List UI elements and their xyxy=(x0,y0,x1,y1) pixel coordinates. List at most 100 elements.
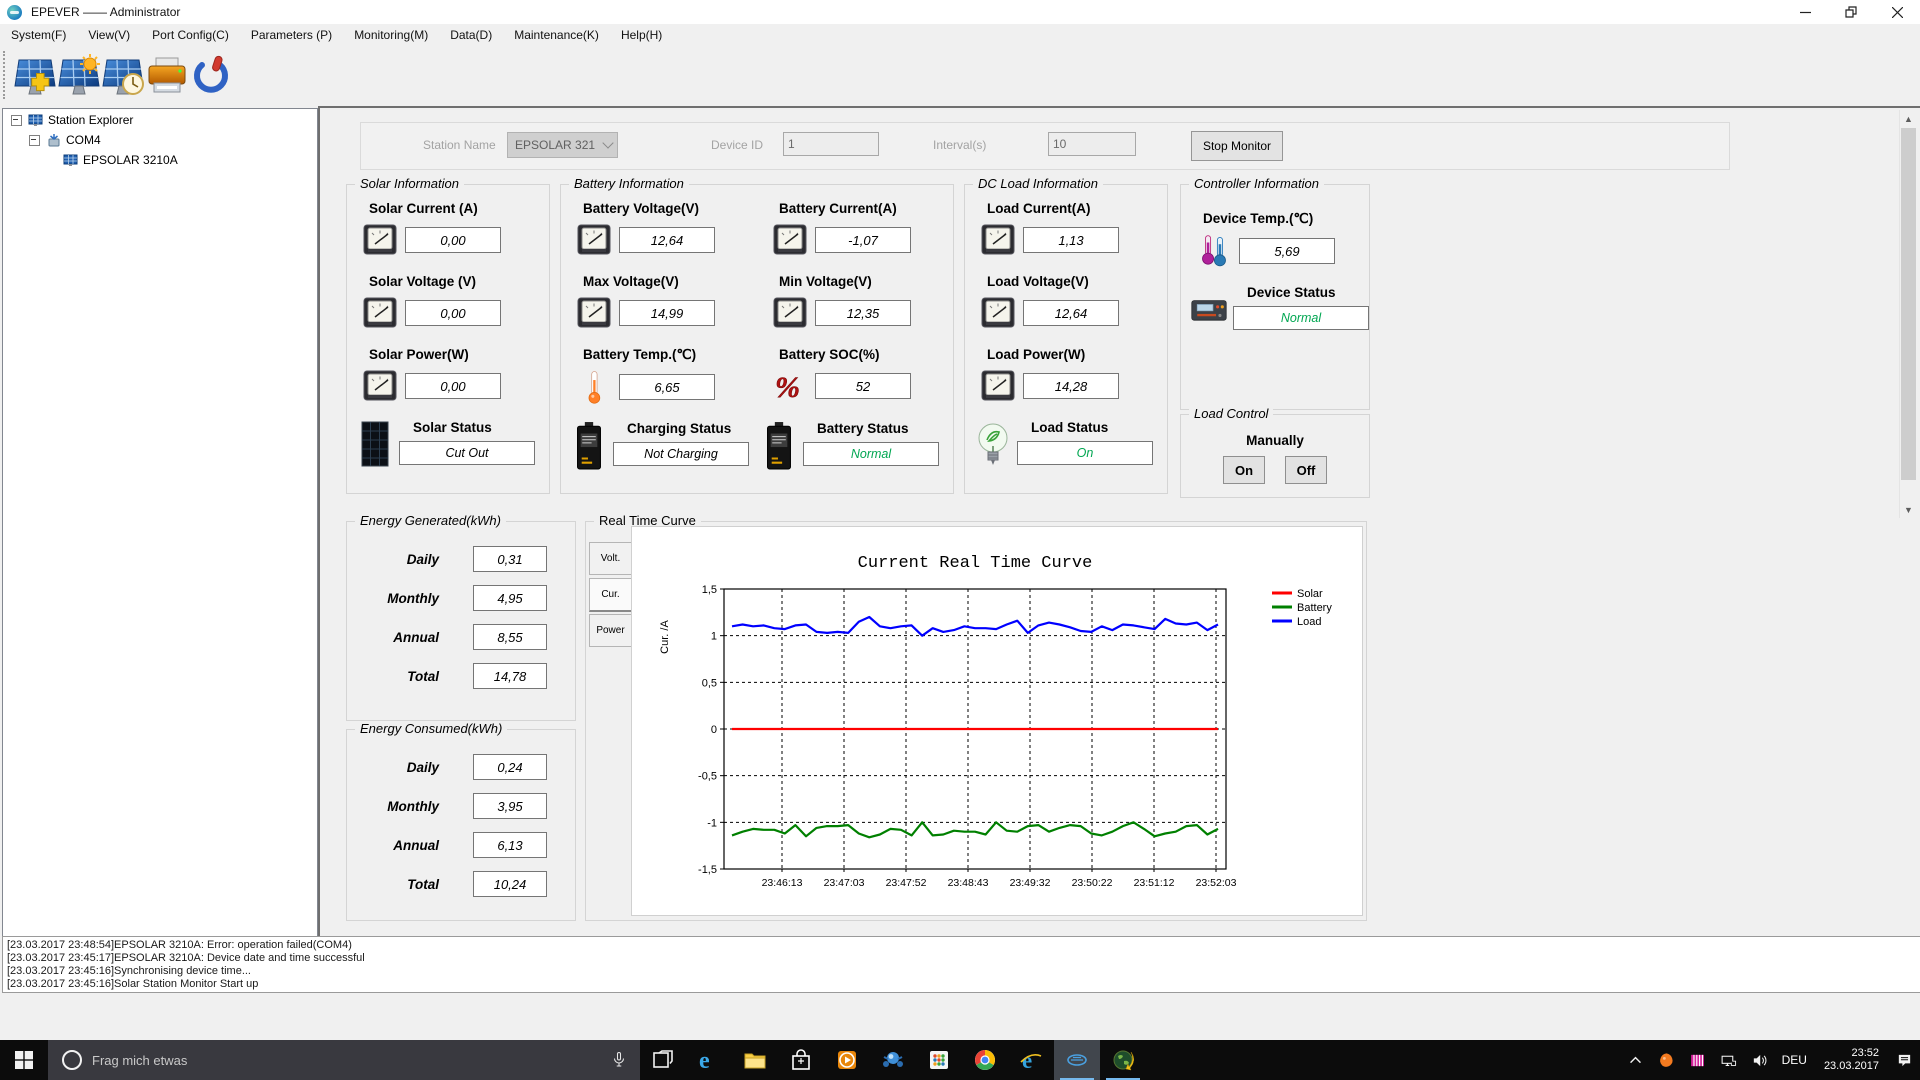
energy-value: 3,95 xyxy=(473,793,547,819)
taskbar-edge-button[interactable] xyxy=(686,1040,732,1080)
status-charging-status: Charging Status Not Charging xyxy=(571,421,749,471)
metric-battery-current-a: Battery Current(A) -1,07 xyxy=(773,201,953,257)
station-name-select[interactable]: EPSOLAR 321 xyxy=(507,132,618,158)
toolbar xyxy=(0,46,1920,106)
station-config-button[interactable] xyxy=(56,53,102,99)
network-tray-icon[interactable] xyxy=(1713,1040,1744,1080)
status-label: Solar Status xyxy=(413,420,492,435)
energy-row-annual: Annual 8,55 xyxy=(347,624,575,650)
metric-value: 0,00 xyxy=(405,227,501,253)
dvd-player-icon xyxy=(881,1048,905,1072)
interval-field[interactable]: 10 xyxy=(1048,132,1136,156)
metric-value: 12,64 xyxy=(619,227,715,253)
menu-item-parameters-p[interactable]: Parameters (P) xyxy=(240,24,343,46)
vertical-scrollbar[interactable]: ▲ ▼ xyxy=(1899,110,1917,518)
load-off-button[interactable]: Off xyxy=(1285,456,1327,484)
svg-text:Battery: Battery xyxy=(1297,602,1332,614)
taskbar-epever-monitor-button[interactable] xyxy=(1054,1040,1100,1080)
metric-device-temp: Device Temp.(℃) 5,69 xyxy=(1197,211,1369,268)
volume-tray-icon[interactable] xyxy=(1744,1040,1775,1080)
cortana-icon xyxy=(62,1050,82,1070)
search-placeholder: Frag mich etwas xyxy=(92,1052,188,1068)
restore-button[interactable] xyxy=(1828,0,1874,24)
tree-item-com4[interactable]: COM4 xyxy=(3,131,317,149)
collapse-icon[interactable] xyxy=(29,134,40,146)
group-title: Energy Consumed(kWh) xyxy=(355,721,508,736)
taskbar-chrome-button[interactable] xyxy=(962,1040,1008,1080)
taskbar-file-explorer-button[interactable] xyxy=(732,1040,778,1080)
taskbar-dvd-player-button[interactable] xyxy=(870,1040,916,1080)
svg-text:-1,5: -1,5 xyxy=(698,864,717,876)
menu-item-system-f[interactable]: System(F) xyxy=(0,24,77,46)
tree-item-station-explorer[interactable]: Station Explorer xyxy=(3,111,317,129)
metric-label: Battery Temp.(℃) xyxy=(583,347,697,362)
interval-label: Interval(s) xyxy=(933,138,987,152)
tray-chevron-up[interactable] xyxy=(1620,1040,1651,1080)
toolbar-grip[interactable] xyxy=(3,51,5,99)
close-button[interactable] xyxy=(1874,0,1920,24)
bulb-icon xyxy=(975,420,1011,470)
action-center-icon[interactable] xyxy=(1889,1040,1920,1080)
menu-item-help-h[interactable]: Help(H) xyxy=(610,24,673,46)
metric-label: Solar Current (A) xyxy=(369,201,478,216)
status-label: Device Status xyxy=(1247,285,1336,300)
scroll-down-icon[interactable]: ▼ xyxy=(1900,501,1917,518)
energy-consumed-group: Energy Consumed(kWh) Daily 0,24 Monthly 3,9… xyxy=(346,721,576,921)
avast-tray-icon[interactable] xyxy=(1651,1040,1682,1080)
taskbar-store-button[interactable] xyxy=(778,1040,824,1080)
scroll-up-icon[interactable]: ▲ xyxy=(1900,110,1917,127)
menu-item-maintenance-k[interactable]: Maintenance(K) xyxy=(503,24,610,46)
taskbar-task-view-button[interactable] xyxy=(640,1040,686,1080)
chart-tab-cur[interactable]: Cur. xyxy=(589,578,632,612)
metric-value: 0,00 xyxy=(405,373,501,399)
start-button[interactable] xyxy=(0,1040,48,1080)
com-port-icon xyxy=(46,132,62,148)
svg-text:-1: -1 xyxy=(707,817,717,829)
cortana-search-box[interactable]: Frag mich etwas xyxy=(48,1040,640,1080)
add-station-button[interactable] xyxy=(12,53,58,99)
energy-row-daily: Daily 0,31 xyxy=(347,546,575,572)
svg-text:23:50:22: 23:50:22 xyxy=(1072,877,1113,889)
load-on-button[interactable]: On xyxy=(1223,456,1265,484)
app-grid-icon xyxy=(927,1048,951,1072)
language-indicator[interactable]: DEU xyxy=(1775,1040,1814,1080)
print-button[interactable] xyxy=(144,53,190,99)
menu-item-monitoring-m[interactable]: Monitoring(M) xyxy=(343,24,439,46)
chart-tab-power[interactable]: Power xyxy=(589,614,632,647)
taskbar-internet-explorer-button[interactable] xyxy=(1008,1040,1054,1080)
device-id-field[interactable]: 1 xyxy=(783,132,879,156)
scrollbar-thumb[interactable] xyxy=(1901,128,1916,480)
time-sync-button[interactable] xyxy=(100,53,146,99)
microphone-icon[interactable] xyxy=(610,1051,628,1069)
status-value: Normal xyxy=(1233,306,1369,330)
controller-icon xyxy=(1191,285,1227,335)
input-indicator-tray-icon[interactable] xyxy=(1682,1040,1713,1080)
metric-value: -1,07 xyxy=(815,227,911,253)
taskbar-app-grid-button[interactable] xyxy=(916,1040,962,1080)
clock-date: 23.03.2017 xyxy=(1823,1060,1879,1072)
collapse-icon[interactable] xyxy=(11,114,22,126)
svg-text:1: 1 xyxy=(711,631,717,643)
tree-item-device[interactable]: EPSOLAR 3210A xyxy=(3,151,317,169)
energy-row-daily: Daily 0,24 xyxy=(347,754,575,780)
energy-label: Total xyxy=(407,876,439,892)
menu-item-view-v[interactable]: View(V) xyxy=(77,24,141,46)
chrome-icon xyxy=(973,1048,997,1072)
taskbar-media-player-button[interactable] xyxy=(824,1040,870,1080)
gauge-icon xyxy=(577,223,611,257)
energy-row-monthly: Monthly 4,95 xyxy=(347,585,575,611)
metric-battery-voltage-v: Battery Voltage(V) 12,64 xyxy=(577,201,773,257)
energy-row-annual: Annual 6,13 xyxy=(347,832,575,858)
stop-monitor-button[interactable]: Stop Monitor xyxy=(1191,131,1283,161)
svg-text:Current Real Time Curve: Current Real Time Curve xyxy=(858,554,1093,573)
menu-item-port-config-c[interactable]: Port Config(C) xyxy=(141,24,240,46)
minimize-button[interactable] xyxy=(1782,0,1828,24)
chart-tab-volt[interactable]: Volt. xyxy=(589,542,632,575)
metric-load-current-a: Load Current(A) 1,13 xyxy=(981,201,1167,257)
menu-item-data-d[interactable]: Data(D) xyxy=(439,24,503,46)
clock[interactable]: 23:52 23.03.2017 xyxy=(1814,1040,1889,1080)
tree-label-root: Station Explorer xyxy=(48,113,134,127)
status-battery-status: Battery Status Normal xyxy=(761,421,939,471)
taskbar-solar-guardian-button[interactable] xyxy=(1100,1040,1146,1080)
exit-button[interactable] xyxy=(188,53,234,99)
